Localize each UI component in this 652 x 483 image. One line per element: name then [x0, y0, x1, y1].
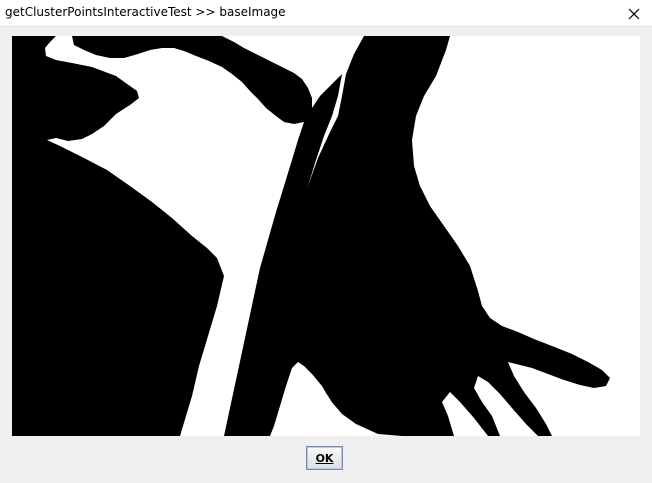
close-button[interactable]: [616, 0, 652, 27]
ok-button[interactable]: OK: [306, 446, 343, 470]
ok-button-label: OK: [315, 451, 334, 465]
base-image-panel: [12, 36, 640, 436]
window-title: getClusterPointsInteractiveTest >> baseI…: [5, 5, 286, 19]
title-bar[interactable]: getClusterPointsInteractiveTest >> baseI…: [0, 0, 652, 27]
dialog-window: getClusterPointsInteractiveTest >> baseI…: [0, 0, 652, 483]
close-icon: [628, 8, 640, 20]
binary-hands-image: [12, 36, 640, 436]
